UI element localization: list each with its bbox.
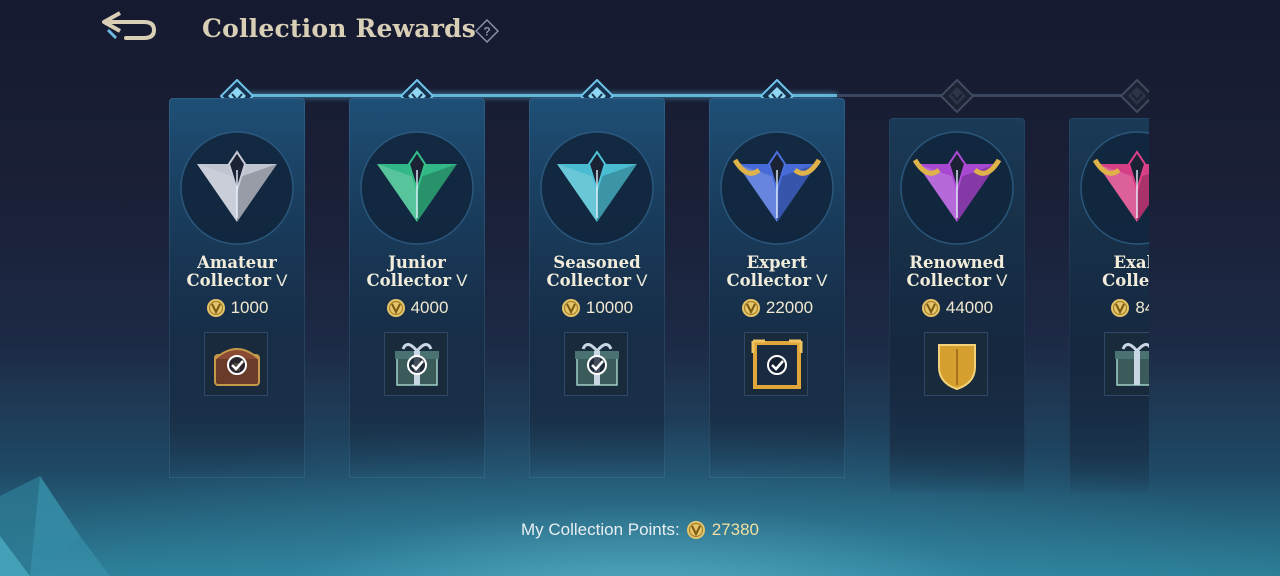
required-points: 1000 xyxy=(169,298,305,318)
rank-tier: V xyxy=(816,271,828,290)
progress-line-remaining xyxy=(837,94,1137,97)
collection-coin-icon xyxy=(206,299,225,317)
rank-name: Expert Collector V xyxy=(709,254,845,290)
progress-line-completed xyxy=(237,94,837,97)
required-points: 22000 xyxy=(709,298,845,318)
gift-box-icon xyxy=(395,343,439,386)
reward-slot[interactable] xyxy=(564,332,628,396)
rank-name: Seasoned Collector V xyxy=(529,254,665,290)
reward-slot[interactable] xyxy=(924,332,988,396)
collection-coin-icon xyxy=(686,521,705,539)
help-icon[interactable]: ? xyxy=(474,18,500,44)
rank-name-line2: Collector xyxy=(726,271,812,290)
rank-tier: V xyxy=(996,271,1008,290)
required-points: 4000 xyxy=(349,298,485,318)
progress-node-icon xyxy=(1120,79,1149,113)
tier-card[interactable]: Renowned Collector V 44000 xyxy=(889,118,1025,492)
treasure-chest-icon xyxy=(214,348,260,386)
gift-box-icon xyxy=(575,343,619,386)
required-points: 10000 xyxy=(529,298,665,318)
required-points-value: 4000 xyxy=(410,298,449,317)
rank-emblem-icon xyxy=(897,130,1017,250)
tier-card[interactable]: Exalt Collect 840 xyxy=(1069,118,1149,492)
collection-coin-icon xyxy=(921,299,940,317)
tier-card[interactable]: Expert Collector V 22000 xyxy=(709,98,845,478)
gift-box-icon xyxy=(1115,343,1149,386)
required-points: 44000 xyxy=(889,298,1025,318)
required-points: 840 xyxy=(1069,298,1149,318)
rank-emblem-icon xyxy=(1077,130,1149,250)
reward-slot[interactable] xyxy=(1104,332,1149,396)
required-points-value: 1000 xyxy=(230,298,269,317)
rank-name-line2: Collect xyxy=(1102,271,1149,290)
collection-coin-icon xyxy=(561,299,580,317)
back-arrow-icon xyxy=(102,11,157,40)
rank-emblem-icon xyxy=(537,130,657,250)
collection-points-value: 27380 xyxy=(711,520,759,539)
rank-name-line1: Expert xyxy=(746,253,808,272)
required-points-value: 22000 xyxy=(765,298,814,317)
rank-tier: V xyxy=(636,271,648,290)
shield-badge-icon xyxy=(938,344,976,391)
rank-name-line1: Junior xyxy=(388,253,446,272)
required-points-value: 840 xyxy=(1135,298,1149,317)
page-title: Collection Rewards xyxy=(202,14,477,43)
avatar-frame-icon xyxy=(751,339,803,389)
rank-name-line1: Exalt xyxy=(1113,253,1150,272)
collection-coin-icon xyxy=(741,299,760,317)
back-button[interactable] xyxy=(98,6,160,46)
rank-name-line1: Renowned xyxy=(909,253,1005,272)
rank-name-line2: Collector xyxy=(186,271,272,290)
required-points-value: 10000 xyxy=(585,298,634,317)
tier-card[interactable]: Junior Collector V 4000 xyxy=(349,98,485,478)
tier-card[interactable]: Amateur Collector V 1000 xyxy=(169,98,305,478)
rank-tier: V xyxy=(456,271,468,290)
reward-slot[interactable] xyxy=(744,332,808,396)
reward-slot[interactable] xyxy=(384,332,448,396)
rank-emblem-icon xyxy=(357,130,477,250)
rank-name-line2: Collector xyxy=(906,271,992,290)
svg-text:?: ? xyxy=(483,25,490,39)
collection-points-summary: My Collection Points: 27380 xyxy=(0,520,1280,540)
collection-points-label: My Collection Points: xyxy=(520,520,680,539)
tier-card[interactable]: Seasoned Collector V 10000 xyxy=(529,98,665,478)
rank-name-line2: Collector xyxy=(366,271,452,290)
rank-name: Renowned Collector V xyxy=(889,254,1025,290)
rank-name: Exalt Collect xyxy=(1069,254,1149,290)
rank-name: Junior Collector V xyxy=(349,254,485,290)
rank-name-line2: Collector xyxy=(546,271,632,290)
rank-emblem-icon xyxy=(717,130,837,250)
collection-coin-icon xyxy=(386,299,405,317)
rank-name: Amateur Collector V xyxy=(169,254,305,290)
rank-tier: V xyxy=(276,271,288,290)
reward-slot[interactable] xyxy=(204,332,268,396)
rank-name-line1: Seasoned xyxy=(553,253,641,272)
progress-node-icon xyxy=(940,79,974,113)
rank-emblem-icon xyxy=(177,130,297,250)
collection-coin-icon xyxy=(1111,299,1130,317)
rank-name-line1: Amateur xyxy=(197,253,277,272)
collection-track[interactable]: Amateur Collector V 1000 Junior Collecto… xyxy=(169,72,1149,492)
required-points-value: 44000 xyxy=(945,298,994,317)
